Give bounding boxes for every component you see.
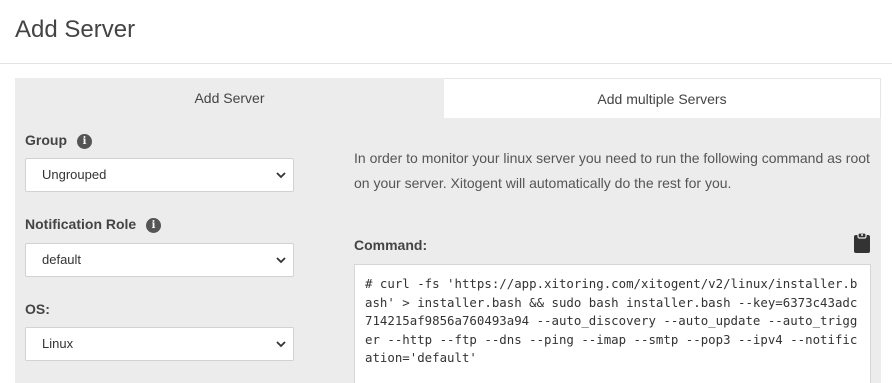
install-description: In order to monitor your linux server yo…	[354, 150, 870, 191]
tab-add-server[interactable]: Add Server	[15, 78, 444, 118]
os-label: OS:	[25, 301, 50, 317]
notification-role-label: Notification Role	[25, 216, 137, 232]
clipboard-icon[interactable]	[853, 232, 871, 254]
add-server-panel: Group i Ungrouped Notification Role i de…	[15, 118, 881, 383]
group-label: Group	[25, 132, 67, 148]
tab-add-multiple-servers[interactable]: Add multiple Servers	[444, 78, 881, 118]
page-header: Add Server	[0, 0, 892, 64]
group-select-value: Ungrouped	[42, 167, 107, 182]
info-icon[interactable]: i	[77, 134, 92, 149]
notification-role-select[interactable]: default	[25, 243, 294, 277]
page-title: Add Server	[15, 16, 136, 43]
chevron-down-icon	[276, 257, 286, 264]
notification-role-select-value: default	[42, 252, 82, 267]
os-select-value: Linux	[42, 336, 74, 351]
group-select[interactable]: Ungrouped	[25, 158, 294, 192]
command-label: Command:	[354, 237, 428, 253]
command-text[interactable]: # curl -fs 'https://app.xitoring.com/xit…	[354, 264, 871, 383]
chevron-down-icon	[276, 172, 286, 179]
chevron-down-icon	[276, 341, 286, 348]
os-select[interactable]: Linux	[25, 327, 294, 361]
info-icon[interactable]: i	[146, 218, 161, 233]
tab-bar: Add Server Add multiple Servers	[15, 78, 881, 118]
